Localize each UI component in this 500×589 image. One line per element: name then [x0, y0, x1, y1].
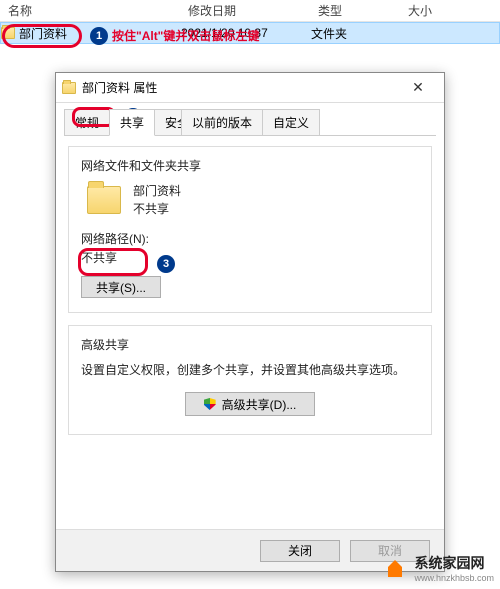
- folder-icon: [1, 27, 15, 39]
- tab-strip: 常规 共享 安全 以前的版本 自定义: [56, 103, 444, 135]
- close-footer-button[interactable]: 关闭: [260, 540, 340, 562]
- share-state: 不共享: [133, 200, 181, 218]
- adv-btn-label: 高级共享(D)...: [222, 396, 297, 413]
- tab-security[interactable]: 安全: [154, 109, 182, 135]
- adv-description: 设置自定义权限，创建多个共享，并设置其他高级共享选项。: [81, 361, 419, 378]
- properties-dialog: 部门资料 属性 ✕ 常规 共享 安全 以前的版本 自定义 网络文件和文件夹共享 …: [55, 72, 445, 572]
- watermark-url: www.hnzkhbsb.com: [414, 573, 494, 583]
- folder-icon: [62, 82, 76, 94]
- col-name-header[interactable]: 名称: [0, 2, 180, 19]
- house-icon: [386, 557, 408, 579]
- tab-sharing[interactable]: 共享: [109, 109, 155, 136]
- advanced-sharing-button[interactable]: 高级共享(D)...: [185, 392, 315, 416]
- col-size-header[interactable]: 大小: [400, 2, 460, 19]
- dialog-title: 部门资料 属性: [82, 79, 157, 96]
- group-adv-title: 高级共享: [81, 336, 419, 353]
- shield-icon: [204, 398, 216, 410]
- tab-general[interactable]: 常规: [64, 109, 110, 135]
- tab-previous-versions[interactable]: 以前的版本: [181, 109, 263, 135]
- row-name: 部门资料: [19, 25, 67, 42]
- group-network-sharing: 网络文件和文件夹共享 部门资料 不共享 网络路径(N): 不共享 共享(S)..…: [68, 146, 432, 313]
- share-folder-name: 部门资料: [133, 182, 181, 200]
- col-type-header[interactable]: 类型: [310, 2, 400, 19]
- watermark: 系统家园网 www.hnzkhbsb.com: [386, 553, 494, 583]
- annotation-tip-text: 按住"Alt"键并双击鼠标左键: [112, 27, 259, 44]
- tab-customize[interactable]: 自定义: [262, 109, 320, 135]
- group-share-title: 网络文件和文件夹共享: [81, 157, 419, 174]
- col-date-header[interactable]: 修改日期: [180, 2, 310, 19]
- annotation-badge-1: 1: [90, 27, 108, 45]
- group-advanced-sharing: 高级共享 设置自定义权限，创建多个共享，并设置其他高级共享选项。 高级共享(D)…: [68, 325, 432, 435]
- annotation-badge-3: 3: [157, 255, 175, 273]
- watermark-title: 系统家园网: [414, 555, 484, 571]
- network-path-label: 网络路径(N):: [81, 230, 419, 247]
- share-button[interactable]: 共享(S)...: [81, 276, 161, 298]
- dialog-content: 网络文件和文件夹共享 部门资料 不共享 网络路径(N): 不共享 共享(S)..…: [56, 136, 444, 529]
- network-path-value: 不共享: [81, 249, 419, 266]
- explorer-header: 名称 修改日期 类型 大小: [0, 0, 500, 22]
- row-type: 文件夹: [311, 25, 401, 42]
- dialog-titlebar[interactable]: 部门资料 属性 ✕: [56, 73, 444, 103]
- close-button[interactable]: ✕: [398, 74, 438, 102]
- folder-icon-large: [87, 186, 121, 214]
